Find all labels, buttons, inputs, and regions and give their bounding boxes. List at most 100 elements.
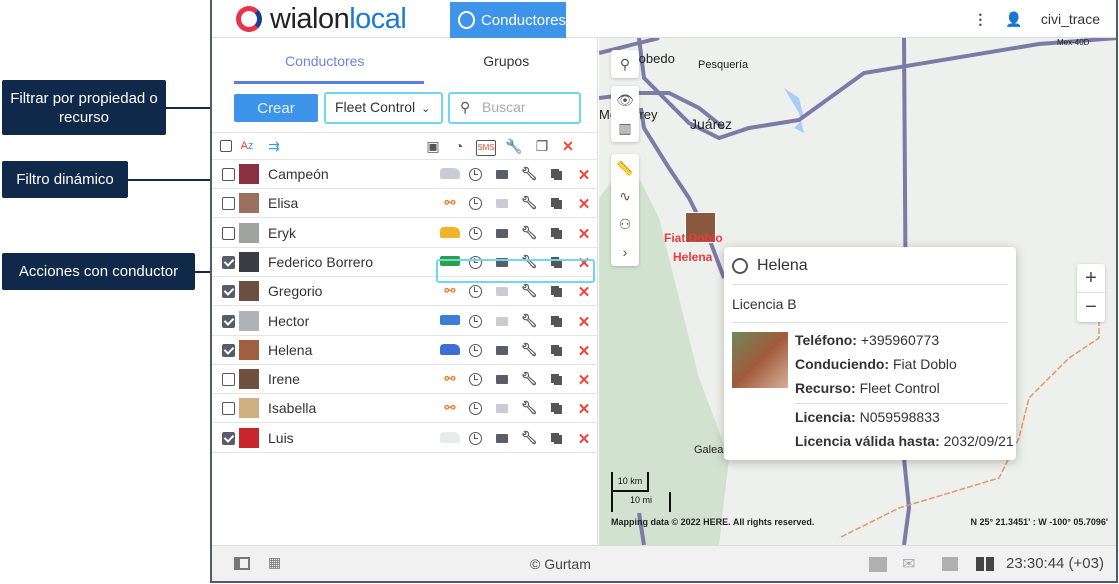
delete-icon[interactable]: ✕ [575,225,593,243]
delete-icon[interactable]: ✕ [575,313,593,331]
copy-icon[interactable] [551,374,559,384]
message-envelope-icon[interactable] [496,375,508,385]
delete-icon[interactable]: ✕ [575,371,593,389]
wrench-icon[interactable]: 🔧︎ [520,313,538,329]
row-checkbox[interactable] [222,226,235,240]
wrench-icon[interactable]: 🔧︎ [520,430,538,446]
driver-name[interactable]: Hector [268,313,309,329]
history-column-icon[interactable]: ◔ [449,139,469,153]
van-icon[interactable] [440,431,460,443]
copy-icon[interactable] [551,432,559,442]
bus-column-icon[interactable]: ▣ [423,139,443,153]
bus-icon[interactable] [440,314,460,325]
delete-icon[interactable]: ✕ [575,166,593,184]
grid-apps-icon[interactable]: ▦ [268,554,281,571]
delete-icon[interactable]: ✕ [575,195,593,213]
delete-icon[interactable]: ✕ [575,430,593,448]
create-button[interactable]: Crear [234,94,318,122]
wrench-icon[interactable]: 🔧︎ [520,283,538,299]
history-clock-icon[interactable] [469,226,482,240]
route-icon[interactable]: ∿ [611,182,639,210]
copy-icon[interactable] [551,227,559,237]
message-envelope-icon[interactable] [496,199,508,209]
driver-row[interactable]: Helena 🔧︎ ✕ [212,336,598,365]
ruler-icon[interactable]: 📏 [611,154,639,182]
wrench-column-icon[interactable]: 🔧 [504,139,524,153]
driver-name[interactable]: Campeón [268,166,329,182]
group-tree-icon[interactable]: ⇉ [264,139,284,153]
map-search-icon[interactable]: ⚲ [611,50,639,78]
driver-row[interactable]: Hector 🔧︎ ✕ [212,307,598,336]
messages-icon[interactable]: ✉ [902,554,915,574]
unlink-icon[interactable]: ⚯ [441,371,459,387]
delete-icon[interactable]: ✕ [575,283,593,301]
row-checkbox[interactable] [222,197,235,211]
wrench-icon[interactable]: 🔧︎ [520,342,538,358]
tab-grupos[interactable]: Grupos [416,38,598,84]
row-checkbox[interactable] [222,255,235,269]
copy-icon[interactable] [551,169,559,178]
driver-row[interactable]: Luis 🔧︎ ✕ [212,424,598,453]
expand-chevron-icon[interactable]: › [611,238,639,266]
message-envelope-icon[interactable] [496,287,508,297]
unlink-icon[interactable]: ⚯ [441,195,459,211]
driver-row[interactable]: Irene ⚯ 🔧︎ ✕ [212,365,598,395]
panel-toggle-icon[interactable] [234,557,250,570]
driver-name[interactable]: Gregorio [268,283,322,299]
car-icon[interactable] [440,226,460,238]
history-clock-icon[interactable] [469,373,482,387]
history-clock-icon[interactable] [469,285,482,299]
history-clock-icon[interactable] [469,197,482,211]
zoom-in-button[interactable]: + [1077,264,1105,293]
nav-conductores-button[interactable]: Conductores [450,2,566,38]
copy-icon[interactable] [551,344,559,354]
driver-name[interactable]: Federico Borrero [268,254,373,270]
delete-column-icon[interactable]: ✕ [558,139,578,153]
driver-row[interactable]: Elisa ⚯ 🔧︎ ✕ [212,189,598,219]
van-icon[interactable] [440,343,460,355]
message-envelope-icon[interactable] [496,228,508,238]
message-envelope-icon[interactable] [496,404,508,414]
driver-name[interactable]: Isabella [268,400,316,416]
copy-icon[interactable] [551,198,559,208]
map-layers-icon[interactable]: ▥ [611,114,639,142]
driver-name[interactable]: Elisa [268,195,298,211]
geofence-icon[interactable]: ⚇ [611,210,639,238]
driver-name[interactable]: Luis [268,430,294,446]
copy-icon[interactable] [551,403,559,413]
wrench-icon[interactable]: 🔧︎ [520,225,538,241]
wrench-icon[interactable]: 🔧︎ [520,166,538,182]
user-name[interactable]: civi_trace [1041,11,1100,27]
history-clock-icon[interactable] [469,168,482,181]
driver-name[interactable]: Helena [268,342,312,358]
tab-conductores[interactable]: Conductores [234,38,416,84]
unlink-icon[interactable]: ⚯ [441,283,459,299]
delete-icon[interactable]: ✕ [575,400,593,418]
wrench-icon[interactable]: 🔧︎ [520,195,538,211]
driver-name[interactable]: Irene [268,371,300,387]
driver-row[interactable]: Eryk 🔧︎ ✕ [212,219,598,248]
row-checkbox[interactable] [222,373,235,387]
row-checkbox[interactable] [222,402,235,416]
image-icon[interactable] [942,557,958,571]
message-envelope-icon[interactable] [496,170,508,179]
search-input[interactable]: ⚲ Buscar [448,92,581,124]
message-envelope-icon[interactable] [496,433,508,443]
wrench-icon[interactable]: 🔧︎ [520,371,538,387]
delete-icon[interactable]: ✕ [575,342,593,360]
resource-filter-select[interactable]: Fleet Control ⌄ [324,92,443,124]
history-clock-icon[interactable] [469,431,482,445]
copy-icon[interactable] [551,286,559,296]
driver-name[interactable]: Eryk [268,225,296,241]
eye-icon[interactable]: 👁 [611,86,639,114]
zoom-out-button[interactable]: − [1077,293,1105,322]
driver-row[interactable]: Campeón 🔧︎ ✕ [212,160,598,189]
history-clock-icon[interactable] [469,314,482,328]
sort-az-icon[interactable]: Az [237,139,257,153]
copy-icon[interactable] [551,315,559,325]
history-clock-icon[interactable] [469,402,482,416]
driver-row[interactable]: Isabella ⚯ 🔧︎ ✕ [212,394,598,424]
message-envelope-icon[interactable] [496,345,508,355]
row-checkbox[interactable] [222,343,235,357]
history-clock-icon[interactable] [469,343,482,357]
